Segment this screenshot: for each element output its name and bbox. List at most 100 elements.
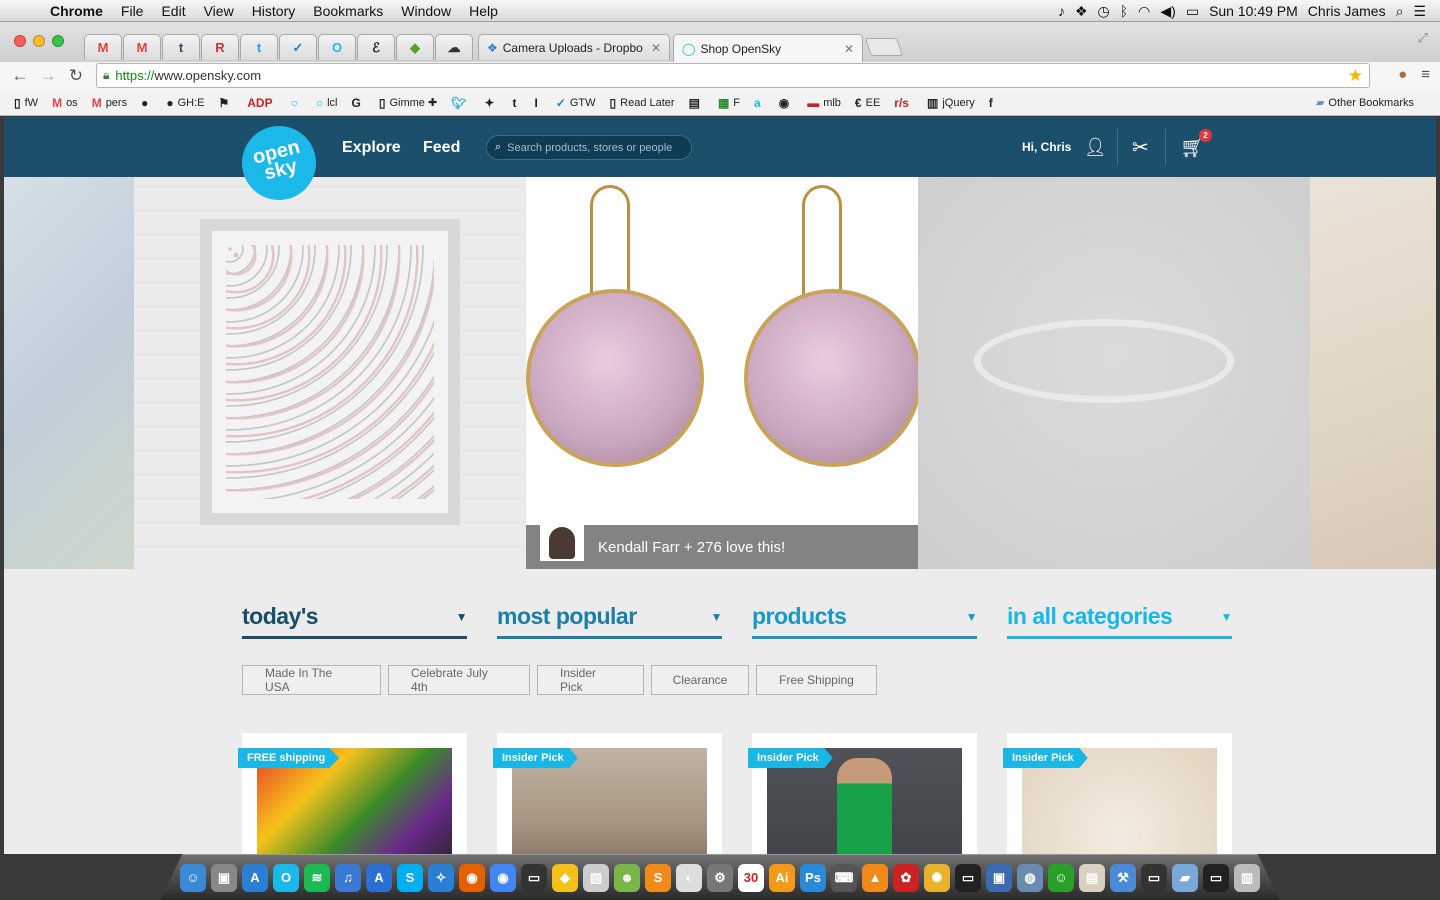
filter-category-dropdown[interactable]: in all categories ▼: [1007, 597, 1233, 639]
safari-icon[interactable]: ✧: [428, 863, 454, 892]
finder-icon[interactable]: ☺: [180, 863, 206, 892]
bookmark-item[interactable]: ADP: [247, 96, 276, 110]
user-name[interactable]: Chris James: [1308, 3, 1386, 19]
chrome-menu-icon[interactable]: ≡: [1421, 66, 1430, 83]
display-icon[interactable]: ▭: [1141, 863, 1167, 892]
tag-free-shipping[interactable]: Free Shipping: [756, 665, 877, 695]
appstore-icon[interactable]: A: [242, 863, 268, 892]
menu-file[interactable]: File: [112, 3, 153, 19]
settings-icon[interactable]: ⚙: [707, 863, 733, 892]
pinned-tab-tasks[interactable]: ✓: [279, 34, 317, 60]
dropbox-icon[interactable]: ❖: [1075, 3, 1088, 20]
bookmark-item[interactable]: Mos: [52, 96, 78, 110]
volume-icon[interactable]: ◀): [1160, 3, 1175, 20]
close-tab-icon[interactable]: ✕: [844, 42, 854, 56]
zoom-window-button[interactable]: [52, 35, 64, 47]
close-window-button[interactable]: [14, 35, 26, 47]
bookmark-item[interactable]: ○: [291, 96, 302, 110]
bookmark-item[interactable]: I: [534, 96, 541, 110]
calendar-icon[interactable]: 30: [738, 863, 764, 892]
product-card[interactable]: Insider Pick: [1003, 733, 1232, 854]
folder-icon[interactable]: ▰: [1172, 863, 1198, 892]
bookmark-item[interactable]: Mpers: [92, 96, 127, 110]
bluetooth-icon[interactable]: ᛒ: [1120, 3, 1128, 19]
virtualbox-icon[interactable]: ▣: [986, 863, 1012, 892]
cyberduck-icon[interactable]: ◆: [552, 863, 578, 892]
close-tab-icon[interactable]: ✕: [651, 41, 661, 55]
bookmark-item[interactable]: G: [352, 96, 365, 110]
tab-shop-opensky[interactable]: ◯ Shop OpenSky ✕: [673, 34, 863, 62]
bookmark-item[interactable]: ⚑: [219, 96, 234, 110]
spotify-icon[interactable]: ≋: [304, 863, 330, 892]
minimize-window-button[interactable]: [33, 35, 45, 47]
butterfly-icon[interactable]: ✿: [893, 863, 919, 892]
pinned-tab-twitter[interactable]: t: [240, 34, 278, 60]
menu-window[interactable]: Window: [392, 3, 460, 19]
network-icon[interactable]: ◍: [1017, 863, 1043, 892]
pinned-tab-cloud[interactable]: ☁: [435, 34, 473, 60]
bookmark-item[interactable]: ✦: [484, 96, 498, 110]
bookmark-item[interactable]: f: [989, 96, 997, 110]
menu-edit[interactable]: Edit: [152, 3, 194, 19]
tag-clearance[interactable]: Clearance: [651, 665, 749, 695]
chrome-icon[interactable]: ◉: [490, 863, 516, 892]
pinned-tab-evernote[interactable]: ℰ: [357, 34, 395, 60]
reload-icon[interactable]: ↻: [62, 66, 90, 86]
screen-icon[interactable]: ▭: [1203, 863, 1229, 892]
sublime-icon[interactable]: S: [645, 863, 671, 892]
bookmark-item[interactable]: ● GH:E: [166, 96, 204, 110]
menu-bookmarks[interactable]: Bookmarks: [304, 3, 392, 19]
bookmark-item[interactable]: r/s: [894, 96, 913, 110]
filter-time-dropdown[interactable]: today's ▼: [242, 597, 468, 639]
pinned-tab-gmail[interactable]: M: [84, 34, 122, 60]
files-icon[interactable]: ▤: [1079, 863, 1105, 892]
notifications-icon[interactable]: ☰: [1413, 3, 1426, 20]
pineapple-icon[interactable]: ✺: [924, 863, 950, 892]
back-icon[interactable]: ←: [6, 66, 34, 86]
product-card[interactable]: Insider Pick: [748, 733, 977, 854]
kodi-icon[interactable]: ◐: [676, 863, 702, 892]
box-icon[interactable]: ▧: [583, 863, 609, 892]
tab-camera-uploads[interactable]: ❖ Camera Uploads - Dropbo ✕: [478, 34, 670, 60]
clock[interactable]: Sun 10:49 PM: [1209, 3, 1298, 19]
menu-view[interactable]: View: [195, 3, 243, 19]
pinned-tab-reader[interactable]: R: [201, 34, 239, 60]
filter-type-dropdown[interactable]: products ▼: [752, 597, 978, 639]
address-bar[interactable]: 🔒︎ https://www.opensky.com ★: [96, 63, 1370, 88]
bookmark-item[interactable]: ●: [141, 96, 152, 110]
filter-sort-dropdown[interactable]: most popular ▼: [497, 597, 723, 639]
pinned-tab-feedly[interactable]: ◆: [396, 34, 434, 60]
menu-app-name[interactable]: Chrome: [42, 3, 112, 19]
hero-panel-earrings[interactable]: [526, 177, 922, 569]
bookmark-item[interactable]: t: [512, 96, 520, 110]
bookmark-item[interactable]: ○ lcl: [316, 96, 338, 110]
android-icon[interactable]: ☻: [614, 863, 640, 892]
nav-feed[interactable]: Feed: [423, 139, 460, 157]
skype-icon[interactable]: S: [397, 863, 423, 892]
bookmark-item[interactable]: ▬ mlb: [807, 96, 841, 110]
menu-history[interactable]: History: [243, 3, 305, 19]
forward-icon[interactable]: →: [34, 66, 62, 86]
tools-icon[interactable]: ✂: [1132, 135, 1149, 160]
extension-cookie-icon[interactable]: ●: [1398, 66, 1407, 83]
url-text[interactable]: https://www.opensky.com: [115, 68, 261, 83]
tag-july-4th[interactable]: Celebrate July 4th: [388, 665, 530, 695]
pinned-tab-opensky[interactable]: O: [318, 34, 356, 60]
bookmark-item[interactable]: ▥ jQuery: [927, 96, 975, 110]
illustrator-icon[interactable]: Ai: [769, 863, 795, 892]
opensky-app-icon[interactable]: O: [273, 863, 299, 892]
battery-icon[interactable]: ▭: [1186, 3, 1199, 20]
user-icon[interactable]: 👤︎: [1084, 137, 1107, 158]
frog-icon[interactable]: ☺: [1048, 863, 1074, 892]
bookmark-item[interactable]: ▯ fW: [14, 96, 38, 110]
new-tab-button[interactable]: [864, 38, 904, 56]
appstore-2-icon[interactable]: A: [366, 863, 392, 892]
bookmark-item[interactable]: ▦ F: [718, 96, 740, 110]
vlc-icon[interactable]: ▲: [862, 863, 888, 892]
trash-icon[interactable]: ▥: [1234, 863, 1260, 892]
fullscreen-icon[interactable]: ⤢: [1418, 30, 1428, 46]
user-greeting[interactable]: Hi, Chris: [1022, 140, 1071, 154]
bookmark-item[interactable]: ▤: [689, 96, 704, 110]
terminal-icon[interactable]: ▭: [521, 863, 547, 892]
nav-explore[interactable]: Explore: [342, 139, 401, 157]
